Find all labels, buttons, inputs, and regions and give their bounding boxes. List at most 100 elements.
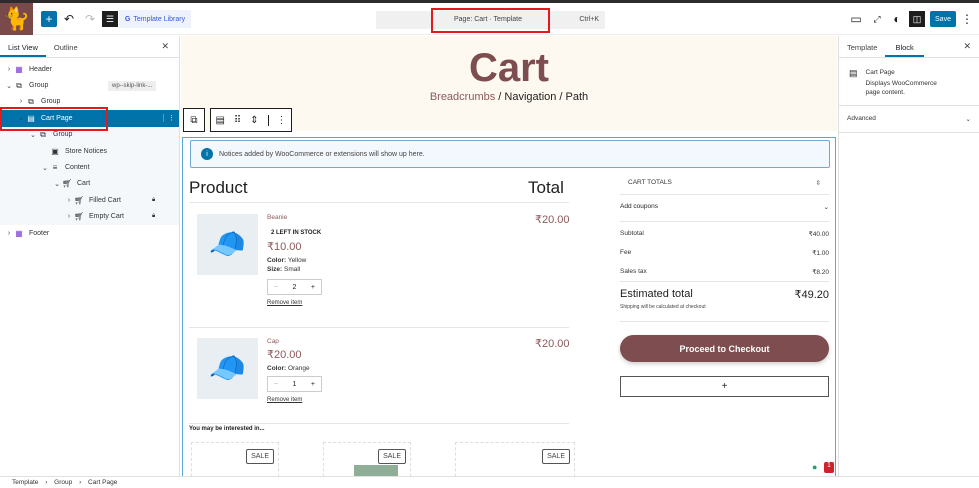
list-item-content[interactable]: ⌄ ≡ Content bbox=[0, 159, 179, 175]
cart-totals: CART TOTALS ⇳ Add coupons ⌄ Subtotal ₹40.00… bbox=[620, 174, 829, 397]
block-card: ▤ Cart Page Displays WooCommerce page co… bbox=[839, 58, 979, 106]
quantity-value[interactable]: 1 bbox=[293, 381, 297, 388]
decrease-button[interactable]: − bbox=[274, 284, 278, 291]
increase-button[interactable]: + bbox=[311, 381, 315, 388]
breadcrumb-group[interactable]: Group bbox=[54, 479, 72, 486]
page-icon[interactable]: ▤ bbox=[215, 115, 224, 126]
product-image bbox=[354, 465, 398, 476]
add-block-button[interactable]: + bbox=[41, 11, 57, 27]
chevron-down-icon: ⌄ bbox=[965, 116, 971, 123]
estimated-label: Estimated total bbox=[620, 288, 693, 300]
fullscreen-icon[interactable]: ⤢ bbox=[871, 10, 883, 28]
row-value: ₹1.00 bbox=[812, 250, 829, 257]
tax-row: Sales tax ₹8.20 bbox=[620, 268, 829, 276]
close-icon[interactable]: ✕ bbox=[151, 36, 179, 57]
cart-item-details: Cap ₹20.00 Color: Orange − 1 + Remove item bbox=[267, 338, 387, 403]
template-library-button[interactable]: G Template Library bbox=[119, 10, 191, 28]
increase-button[interactable]: + bbox=[311, 284, 315, 291]
anchor-badge: wp--skip-link-... bbox=[108, 80, 157, 91]
block-toolbar: ▤ ⠿ ⇕ ⋮ bbox=[210, 108, 292, 132]
location-pin-icon[interactable]: ● bbox=[812, 462, 817, 472]
cap-image: 🧢 bbox=[197, 338, 258, 399]
advanced-label: Advanced bbox=[847, 115, 876, 122]
options-menu-icon[interactable]: ⋮ bbox=[961, 10, 973, 28]
remove-item-link[interactable]: Remove item bbox=[267, 300, 387, 306]
tab-outline[interactable]: Outline bbox=[46, 36, 86, 57]
settings-sidebar-button[interactable]: ◫ bbox=[909, 11, 925, 27]
list-item-group[interactable]: ⌄ ⧉ Group wp--skip-link-... bbox=[0, 77, 179, 93]
item-label: Store Notices bbox=[65, 147, 108, 155]
product-header: Product bbox=[189, 178, 248, 197]
attribute: Size: Small bbox=[267, 266, 387, 273]
add-coupons-toggle[interactable]: Add coupons ⌄ bbox=[620, 195, 829, 222]
lock-icon: 🔒︎ bbox=[152, 196, 156, 203]
breadcrumb-link[interactable]: Breadcrumbs bbox=[430, 91, 495, 103]
device-preview-icon[interactable]: ▭ bbox=[850, 10, 862, 28]
row-value: ₹40.00 bbox=[808, 231, 829, 238]
breadcrumbs: Breadcrumbs / Navigation / Path bbox=[181, 91, 837, 103]
item-label: Filled Cart bbox=[89, 196, 121, 204]
add-block-appender[interactable]: + bbox=[620, 376, 829, 397]
more-options-icon[interactable]: ⋮ bbox=[267, 114, 287, 126]
site-logo[interactable]: 🐈 bbox=[0, 3, 33, 35]
breadcrumb-path: / Navigation / Path bbox=[495, 91, 589, 103]
settings-sidebar: Template Block ✕ ▤ Cart Page Displays Wo… bbox=[838, 36, 979, 476]
move-arrows-icon[interactable]: ⇕ bbox=[250, 115, 258, 126]
decrease-button[interactable]: − bbox=[274, 381, 278, 388]
editor-top-bar: 🐈 + ↶ ↷ ☰ G Template Library Page: Cart ·… bbox=[0, 3, 979, 35]
list-item-filled-cart[interactable]: › 🛒︎ Filled Cart 🔒︎ bbox=[0, 192, 179, 208]
quantity-stepper[interactable]: − 1 + bbox=[267, 376, 322, 392]
group-icon: ⧉ bbox=[28, 96, 34, 106]
quantity-value[interactable]: 2 bbox=[293, 284, 297, 291]
proceed-to-checkout-button[interactable]: Proceed to Checkout bbox=[620, 335, 829, 362]
remove-item-link[interactable]: Remove item bbox=[267, 397, 387, 403]
save-button[interactable]: Save bbox=[930, 11, 956, 27]
notices-icon: ▣ bbox=[51, 146, 59, 156]
stock-badge: 2 LEFT IN STOCK bbox=[271, 230, 322, 236]
product-name-link[interactable]: Beanie bbox=[267, 214, 387, 221]
cart-block[interactable]: i Notices added by WooCommerce or extensi… bbox=[182, 137, 836, 476]
product-card[interactable]: SALE bbox=[191, 442, 279, 476]
cross-sells-heading: You may be interested in... bbox=[189, 426, 265, 432]
group-icon: ⧉ bbox=[16, 80, 22, 90]
tab-list-view[interactable]: List View bbox=[0, 36, 46, 57]
list-item-cart[interactable]: ⌄ 🛒︎ Cart bbox=[0, 176, 179, 192]
product-card[interactable]: SALE bbox=[455, 442, 575, 476]
cart-item: 🧢 bbox=[197, 214, 258, 275]
style-contrast-icon[interactable]: ◐ bbox=[891, 10, 903, 28]
footer-icon: ▦ bbox=[15, 228, 23, 238]
breadcrumb-template[interactable]: Template bbox=[12, 479, 38, 486]
coupons-label: Add coupons bbox=[620, 203, 658, 210]
group-icon: ⧉ bbox=[40, 129, 46, 139]
tab-block[interactable]: Block bbox=[885, 36, 924, 57]
cart-item-details: Beanie 2 LEFT IN STOCK ₹10.00 Color: Yel… bbox=[267, 214, 387, 306]
row-label: Fee bbox=[620, 249, 632, 256]
lock-icon: 🔒︎ bbox=[152, 213, 156, 220]
list-item-footer[interactable]: › ▦ Footer bbox=[0, 225, 179, 241]
shortcut-hint: Ctrl+K bbox=[579, 16, 599, 23]
breadcrumb-cart-page[interactable]: Cart Page bbox=[88, 479, 117, 486]
attribute: Color: Orange bbox=[267, 365, 387, 372]
undo-button[interactable]: ↶ bbox=[62, 10, 76, 28]
notification-badge[interactable]: 1 bbox=[824, 462, 834, 473]
redo-button[interactable]: ↷ bbox=[83, 10, 97, 28]
product-card[interactable]: SALE bbox=[323, 442, 411, 476]
attr-value: Yellow bbox=[286, 257, 307, 264]
advanced-panel-toggle[interactable]: Advanced ⌄ bbox=[839, 106, 979, 133]
document-overview-button[interactable]: ☰ bbox=[102, 11, 118, 27]
drag-handle-icon[interactable]: ⠿ bbox=[234, 115, 241, 126]
select-parent-button[interactable]: ⧉ bbox=[183, 108, 205, 132]
sale-badge: SALE bbox=[378, 449, 406, 464]
list-item-store-notices[interactable]: ▣ Store Notices bbox=[0, 143, 179, 159]
sale-badge: SALE bbox=[542, 449, 570, 464]
unit-price: ₹20.00 bbox=[267, 349, 302, 361]
list-item-header[interactable]: › ▦ Header bbox=[0, 61, 179, 77]
list-item-empty-cart[interactable]: › 🛒︎ Empty Cart 🔒︎ bbox=[0, 209, 179, 225]
product-name-link[interactable]: Cap bbox=[267, 338, 387, 345]
quantity-stepper[interactable]: − 2 + bbox=[267, 279, 322, 295]
item-options-icon[interactable]: ⋮ bbox=[163, 114, 179, 123]
close-icon[interactable]: ✕ bbox=[955, 36, 979, 57]
attr-key: Size: bbox=[267, 266, 283, 273]
list-view-panel: List View Outline ✕ › ▦ Header ⌄ ⧉ Group wp--… bbox=[0, 36, 180, 476]
tab-template[interactable]: Template bbox=[839, 36, 885, 57]
